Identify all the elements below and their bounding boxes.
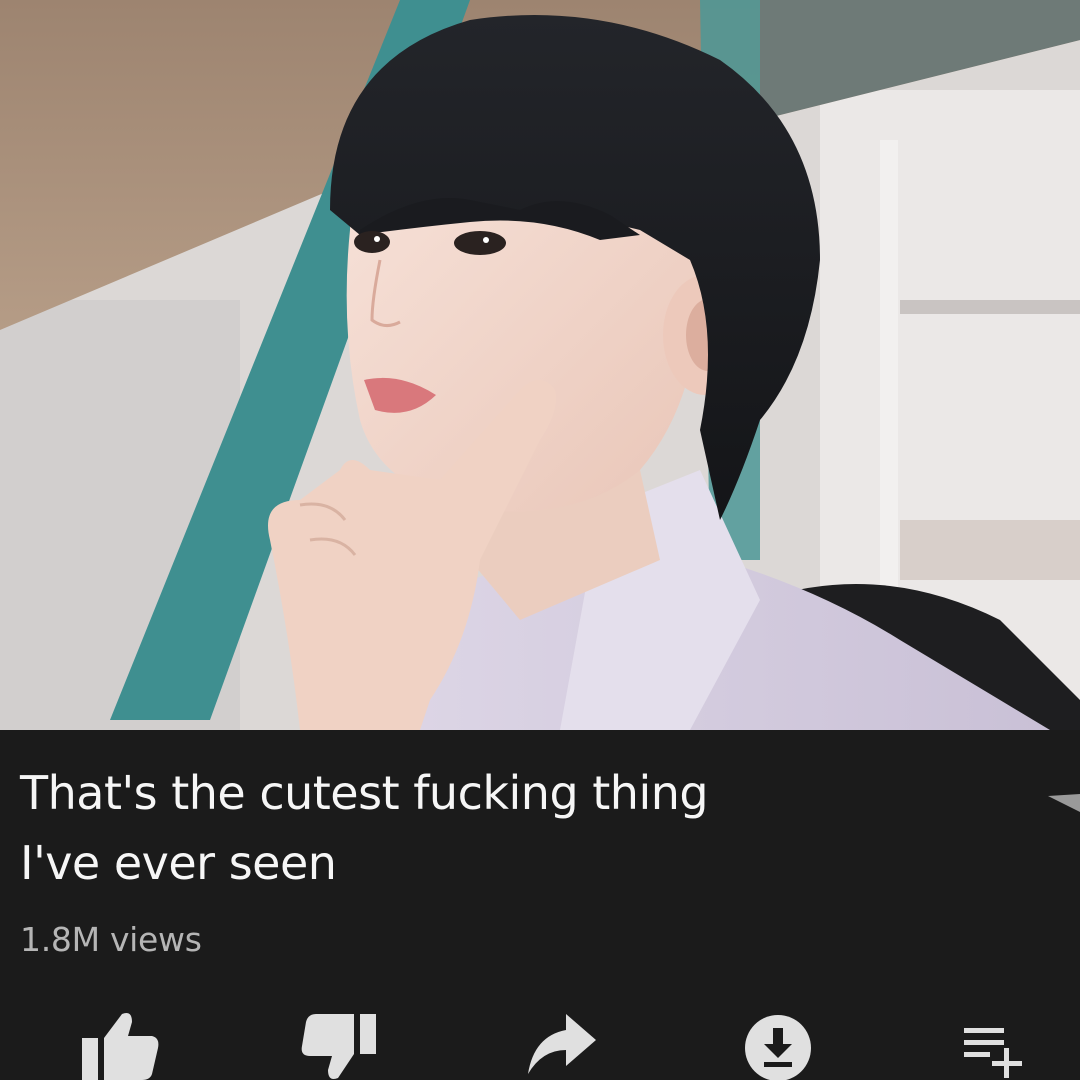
view-count: 1.8M views <box>20 920 202 959</box>
save-to-playlist-button[interactable] <box>958 1008 1048 1080</box>
like-button[interactable] <box>74 1008 164 1080</box>
action-bar <box>0 1000 1080 1080</box>
share-icon <box>528 1014 596 1074</box>
thumbnail-scene <box>0 0 1080 730</box>
video-screen: That's the cutest fucking thing I've eve… <box>0 0 1080 1080</box>
share-button[interactable] <box>520 1008 610 1080</box>
video-title: That's the cutest fucking thing I've eve… <box>20 766 709 890</box>
thumbs-up-icon <box>82 1013 159 1080</box>
thumbs-down-icon <box>301 1014 376 1079</box>
expand-description-toggle[interactable] <box>1046 782 1080 816</box>
video-info-panel: That's the cutest fucking thing I've eve… <box>0 730 1080 1080</box>
download-button[interactable] <box>740 1008 830 1080</box>
dislike-button[interactable] <box>296 1008 386 1080</box>
chevron-down-icon <box>1048 794 1080 812</box>
save-to-playlist-icon <box>964 1028 1022 1078</box>
download-icon <box>745 1015 811 1080</box>
video-thumbnail[interactable] <box>0 0 1080 730</box>
